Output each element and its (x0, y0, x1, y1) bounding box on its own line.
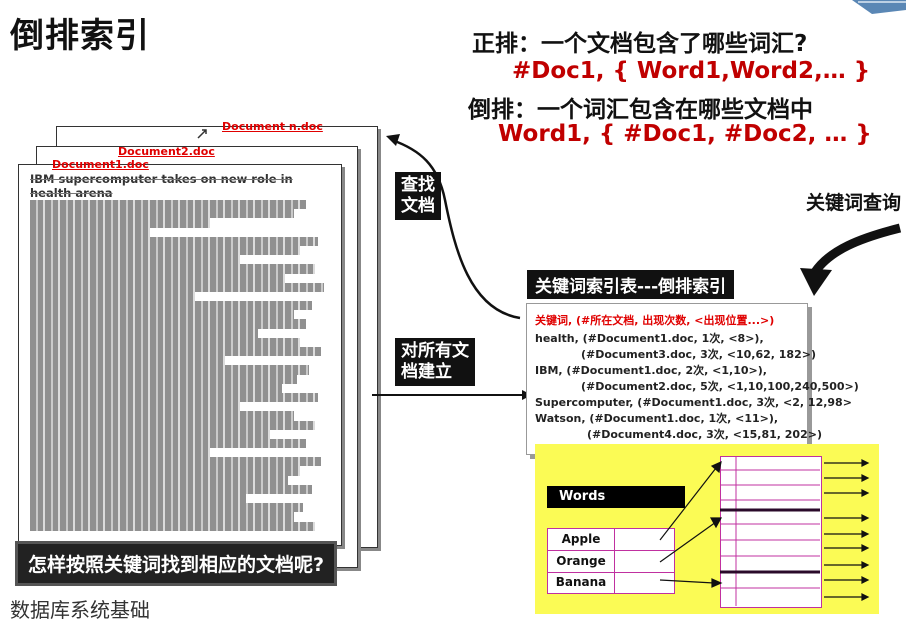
posting-arrows (659, 456, 870, 606)
footer-text: 数据库系统基础 (10, 598, 150, 622)
bottom-question: 怎样按照关键词找到相应的文档呢? (18, 544, 335, 583)
